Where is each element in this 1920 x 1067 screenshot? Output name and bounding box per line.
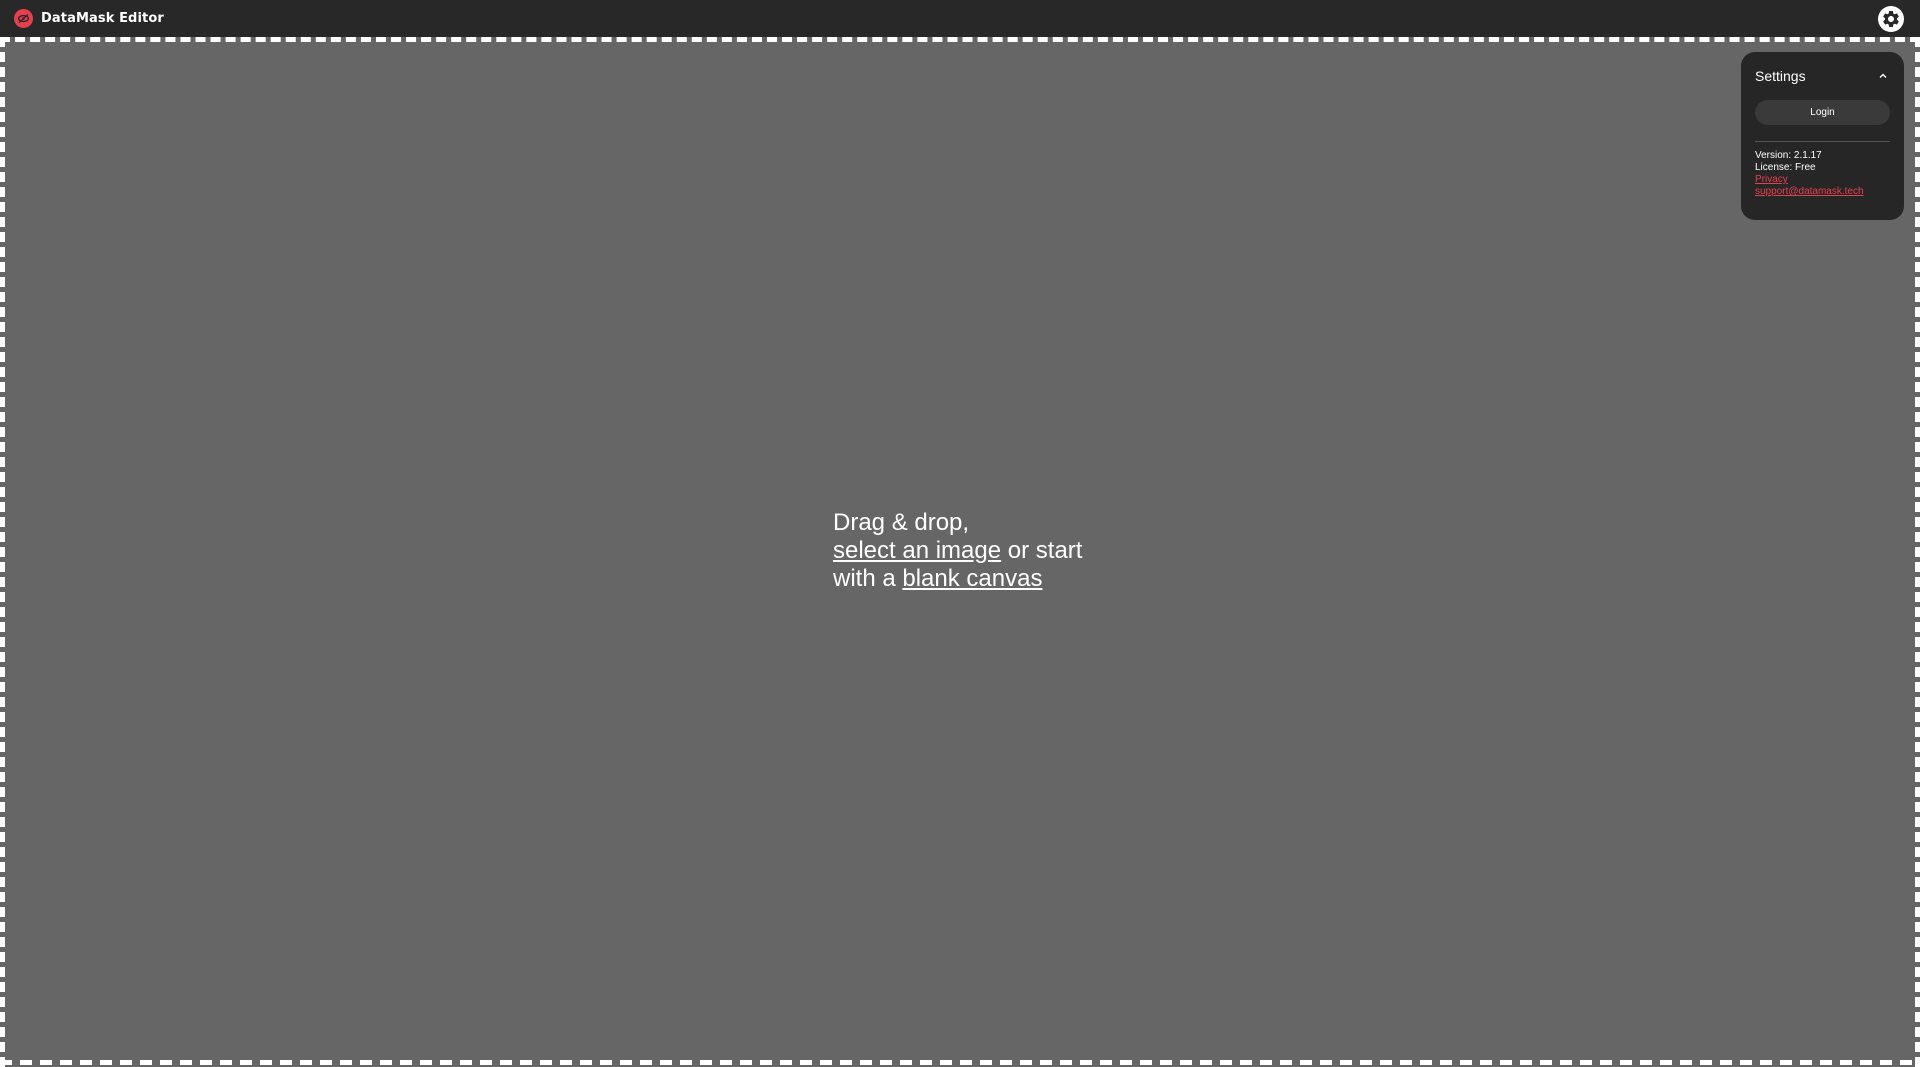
top-bar: DataMask Editor [0,0,1920,37]
settings-panel-header: Settings [1755,68,1890,84]
drop-prompt-mid: or start [1001,537,1083,564]
settings-panel-title: Settings [1755,68,1806,84]
drop-prompt: Drag & drop, select an image or start wi… [833,509,1082,593]
drop-prompt-prefix: with a [833,565,903,592]
support-email-link[interactable]: support@datamask.tech [1755,186,1864,198]
gear-icon[interactable] [1878,6,1904,32]
eye-slash-icon [14,9,33,28]
drop-prompt-line3: with a blank canvas [833,565,1082,593]
license-text: License: Free [1755,162,1816,173]
divider [1755,141,1890,142]
select-image-link[interactable]: select an image [833,537,1001,564]
settings-panel: Settings Login Version: 2.1.17 License: … [1741,52,1904,220]
chevron-up-icon[interactable] [1876,69,1890,83]
brand: DataMask Editor [14,9,164,28]
drop-prompt-line1: Drag & drop, [833,509,970,536]
blank-canvas-link[interactable]: blank canvas [902,565,1042,592]
app-info: Version: 2.1.17 License: Free Privacy su… [1755,150,1864,198]
privacy-link[interactable]: Privacy [1755,174,1864,186]
login-button[interactable]: Login [1755,100,1890,125]
drop-zone-border-bottom [0,1060,1920,1065]
app-title: DataMask Editor [41,11,164,26]
version-text: Version: 2.1.17 [1755,150,1822,161]
drop-prompt-line2: select an image or start [833,537,1082,565]
